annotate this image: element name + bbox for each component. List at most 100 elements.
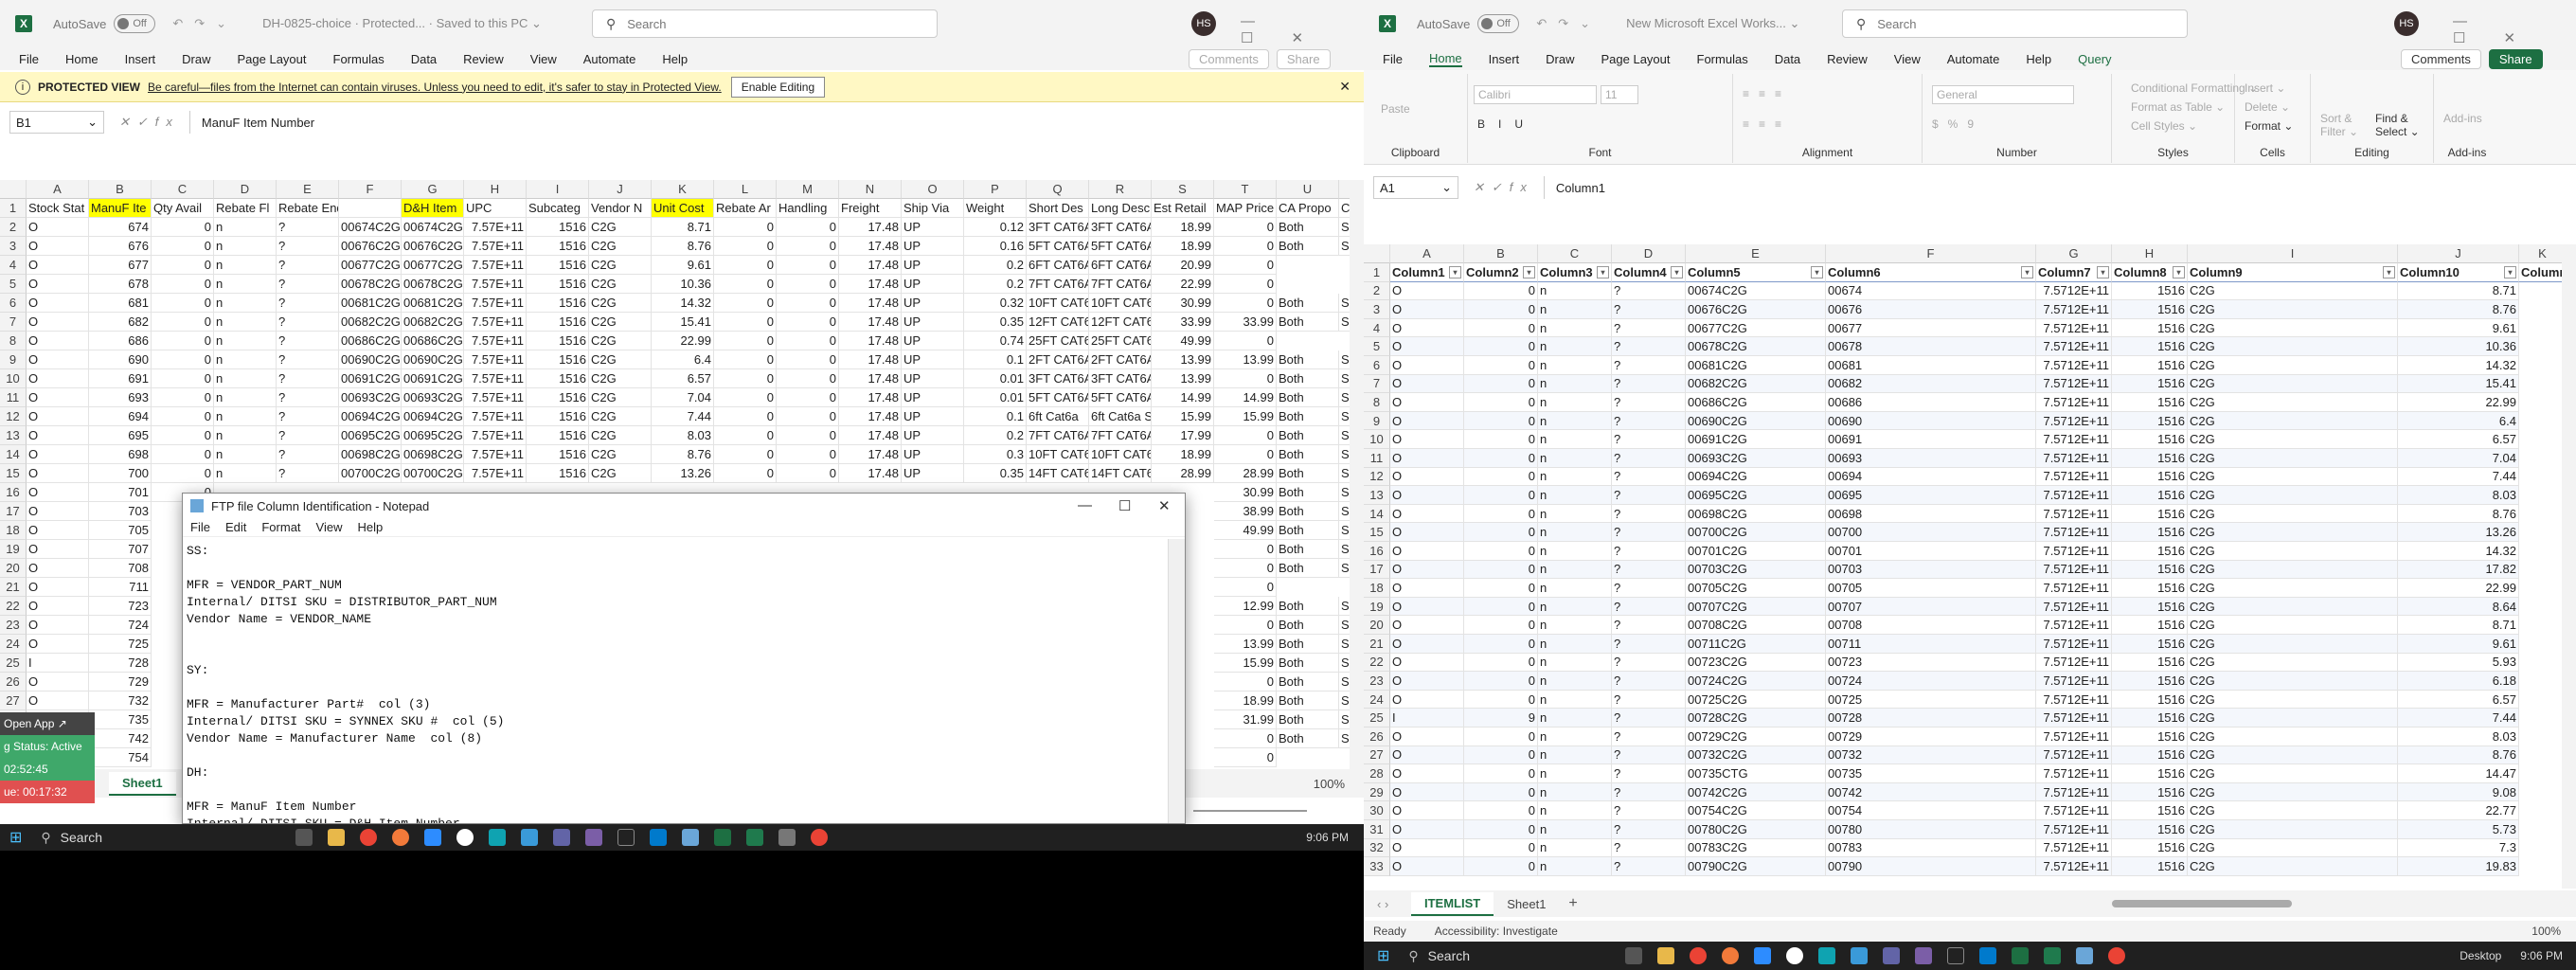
table-header-cell[interactable]: Column9 ▾ [2188, 263, 2398, 282]
table-cell[interactable]: 0 [1464, 857, 1538, 876]
table-cell[interactable]: 6.18 [2398, 672, 2519, 691]
table-cell[interactable]: n [214, 426, 277, 445]
enable-editing-button[interactable]: Enable Editing [730, 76, 826, 98]
table-cell[interactable]: 7.57E+11 [464, 407, 527, 426]
row-header[interactable]: 14 [0, 445, 27, 464]
table-cell[interactable]: 7.5712E+11 [2036, 542, 2112, 561]
table-header-cell[interactable]: Column8 ▾ [2112, 263, 2188, 282]
menu-query[interactable]: Query [2078, 52, 2111, 66]
table-cell[interactable]: 754 [89, 748, 152, 767]
table-cell[interactable]: 0 [714, 256, 777, 275]
table-cell[interactable]: Both [1277, 313, 1339, 332]
table-cell[interactable]: 00691C2G [402, 369, 464, 388]
table-cell[interactable]: ? [277, 350, 339, 369]
search-input[interactable]: ⚲ Search [592, 9, 938, 38]
table-cell[interactable]: 0 [714, 407, 777, 426]
table-cell[interactable]: 15.41 [652, 313, 714, 332]
table-cell[interactable]: C2G [589, 313, 652, 332]
row-header[interactable]: 4 [0, 256, 27, 275]
table-cell[interactable]: O [1390, 449, 1464, 468]
table-cell[interactable]: O [1390, 356, 1464, 375]
table-cell[interactable]: 1516 [2112, 318, 2188, 338]
table-cell[interactable]: 15.99 [1152, 407, 1214, 426]
table-cell[interactable]: UP [902, 294, 964, 313]
table-cell[interactable]: 13.99 [1152, 350, 1214, 369]
menu-data[interactable]: Data [1775, 52, 1800, 66]
table-cell[interactable]: Both [1277, 559, 1339, 578]
table-cell[interactable]: n [214, 407, 277, 426]
table-cell[interactable]: 12FT CAT6 [1089, 313, 1152, 332]
table-cell[interactable]: 0 [714, 426, 777, 445]
table-cell[interactable]: C2G [2188, 393, 2398, 412]
formula-input[interactable]: Column1 [1543, 176, 2576, 199]
table-cell[interactable]: 7.57E+11 [464, 445, 527, 464]
table-cell[interactable]: Both [1277, 237, 1339, 256]
row-header[interactable]: 11 [0, 388, 27, 407]
table-cell[interactable]: 7.5712E+11 [2036, 523, 2112, 542]
table-cell[interactable]: C2G [2188, 579, 2398, 598]
table-header-cell[interactable]: Column1 ▾ [1390, 263, 1464, 282]
table-cell[interactable]: 00698C2G [339, 445, 402, 464]
table-cell[interactable]: 0 [1464, 337, 1538, 356]
table-cell[interactable]: 17.48 [839, 426, 902, 445]
table-cell[interactable]: 00703 [1826, 560, 2036, 580]
table-cell[interactable]: n [1538, 801, 1612, 820]
column-header-s[interactable]: S [1152, 180, 1214, 199]
table-cell[interactable]: 1516 [527, 218, 589, 237]
table-cell[interactable]: O [27, 407, 89, 426]
table-cell[interactable]: C2G [589, 407, 652, 426]
table-cell[interactable]: Short [1339, 388, 1350, 407]
table-cell[interactable]: 7.44 [2398, 467, 2519, 487]
table-cell[interactable]: 0 [714, 332, 777, 350]
app-icon[interactable] [456, 829, 474, 846]
table-cell[interactable]: 00677 [1826, 318, 2036, 338]
table-cell[interactable]: 725 [89, 635, 152, 654]
table-cell[interactable]: C2G [2188, 764, 2398, 783]
table-cell[interactable]: 0 [1464, 430, 1538, 449]
fx-icon[interactable]: ✕✓fx [1474, 180, 1534, 195]
table-cell[interactable]: Short [1339, 729, 1350, 748]
table-header-cell[interactable]: Column4 ▾ [1612, 263, 1686, 282]
table-cell[interactable]: 00674C2G [402, 218, 464, 237]
right-sheet-grid[interactable]: A B C D E F G H I J K 1 Column1 ▾ Column2 ▾ Column3 ▾ Colu… [1364, 244, 2562, 889]
table-cell[interactable]: UP [902, 388, 964, 407]
table-cell[interactable]: C2G [2188, 449, 2398, 468]
table-cell[interactable]: n [1538, 467, 1612, 487]
column-header-u[interactable]: U [1277, 180, 1339, 199]
table-cell[interactable]: Short [1339, 237, 1350, 256]
table-cell[interactable]: O [1390, 597, 1464, 617]
row-header[interactable]: 32 [1364, 838, 1390, 858]
share-button[interactable]: Share [2488, 48, 2543, 69]
table-cell[interactable]: 00676C2G [339, 237, 402, 256]
number-buttons[interactable]: $%9 [1932, 117, 1983, 131]
sheet-nav-arrows[interactable]: ‹ › [1364, 897, 1411, 911]
table-cell[interactable]: O [1390, 838, 1464, 858]
header-cell[interactable]: ManuF Ite [89, 199, 152, 218]
table-cell[interactable]: O [27, 521, 89, 540]
menu-draw[interactable]: Draw [182, 52, 210, 66]
table-cell[interactable]: 0 [1214, 559, 1277, 578]
tab-sheet1[interactable]: Sheet1 [109, 771, 176, 796]
table-cell[interactable]: 0.16 [964, 237, 1027, 256]
menu-review[interactable]: Review [1827, 52, 1868, 66]
table-cell[interactable]: ? [1612, 449, 1686, 468]
table-cell[interactable]: 0 [152, 464, 214, 483]
table-cell[interactable]: 00682C2G [402, 313, 464, 332]
table-cell[interactable]: 00700 [1826, 523, 2036, 542]
table-cell[interactable]: O [27, 388, 89, 407]
table-cell[interactable]: 0.35 [964, 313, 1027, 332]
column-header-g[interactable]: G [2036, 244, 2112, 263]
table-cell[interactable]: 00708 [1826, 616, 2036, 635]
filter-dropdown-icon[interactable]: ▾ [1671, 265, 1683, 278]
table-cell[interactable]: 1516 [2112, 838, 2188, 858]
table-cell[interactable]: 17.48 [839, 294, 902, 313]
table-cell[interactable]: n [1538, 337, 1612, 356]
table-cell[interactable]: 00678C2G [1686, 337, 1826, 356]
table-cell[interactable]: 00674 [1826, 281, 2036, 301]
table-cell[interactable]: ? [277, 256, 339, 275]
table-cell[interactable]: 00711C2G [1686, 635, 1826, 654]
table-cell[interactable]: UP [902, 464, 964, 483]
table-cell[interactable]: Both [1277, 729, 1339, 748]
table-cell[interactable]: O [1390, 635, 1464, 654]
header-cell[interactable]: Weight [964, 199, 1027, 218]
